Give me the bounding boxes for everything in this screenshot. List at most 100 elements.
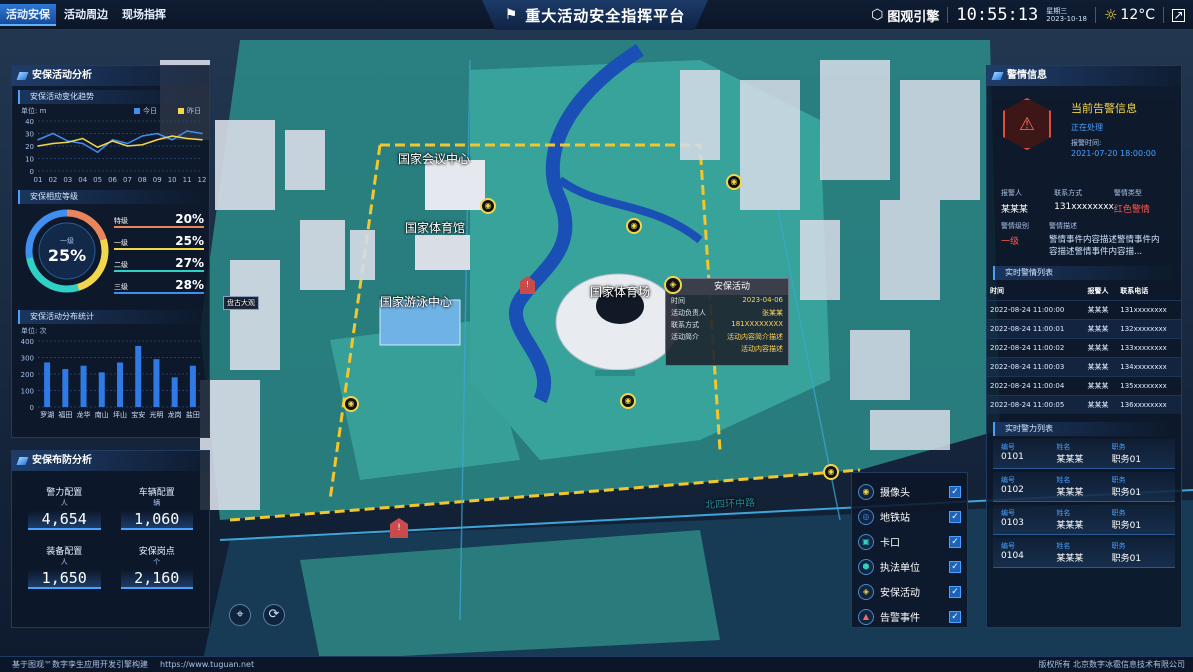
defense-stat-value: 2,160 [120, 569, 193, 589]
table-row[interactable]: 2022-08-24 11:00:01 某某某 132xxxxxxxx [987, 319, 1181, 339]
police-card[interactable]: 编号 姓名 职务 0103 某某某 职务01 [993, 505, 1175, 535]
camera-marker[interactable]: ◉ [343, 396, 359, 412]
police-card[interactable]: 编号 姓名 职务 0104 某某某 职务01 [993, 538, 1175, 568]
police-card[interactable]: 编号 姓名 职务 0102 某某某 职务01 [993, 472, 1175, 502]
camera-marker[interactable]: ◉ [480, 198, 496, 214]
level-value: 20% [175, 212, 204, 226]
series-point [111, 140, 114, 142]
footer-url[interactable]: https://www.tuguan.net [160, 657, 254, 672]
level-label: 一级 [114, 239, 128, 247]
police-job-label: 职务 [1111, 476, 1126, 484]
table-row[interactable]: 2022-08-24 11:00:04 某某某 135xxxxxxxx [987, 376, 1181, 396]
popup-title: 安保活动 [666, 279, 788, 295]
legend-checkbox[interactable]: ✓ [949, 485, 961, 498]
table-row[interactable]: 2022-08-24 11:00:05 某某某 136xxxxxxxx [987, 395, 1181, 414]
y-tick-label: 100 [21, 388, 34, 396]
legend-row-police-unit[interactable]: ⬢ 执法单位 ✓ [858, 554, 961, 579]
defense-stat-unit: 辆 [153, 499, 161, 507]
table-row[interactable]: 2022-08-24 11:00:02 某某某 133xxxxxxxx [987, 338, 1181, 358]
police-job-label: 职务 [1111, 542, 1126, 550]
bar [153, 359, 160, 407]
level-value: 27% [175, 256, 204, 270]
camera-marker[interactable]: ◉ [726, 174, 742, 190]
x-tick-label: 12 [198, 176, 206, 184]
level-value: 一级 [1001, 237, 1020, 247]
police-no-label: 编号 [1001, 509, 1015, 517]
legend-row-security-activity[interactable]: ◈ 安保活动 ✓ [858, 579, 961, 604]
police-name-label: 姓名 [1056, 509, 1071, 517]
camera-marker[interactable]: ◉ [620, 393, 636, 409]
map-label-road: 北四环中路 [704, 497, 756, 512]
y-tick-label: 0 [30, 168, 34, 176]
x-tick-label: 南山 [95, 410, 109, 419]
defense-stat: 装备配置人 1,650 [18, 544, 111, 589]
popup-row: 活动内容描述 [666, 343, 788, 355]
donut-center-label: 一级 [60, 237, 74, 245]
alarm-detail-grid-2: 警情级别 警情描述 一级 警情事件内容描述警情事件内容描述警情事件内容描... [987, 215, 1181, 258]
desc-label: 警情描述 [1049, 222, 1077, 230]
table-row[interactable]: 2022-08-24 11:00:00 某某某 131xxxxxxxx [987, 300, 1181, 320]
level-label: 特级 [114, 217, 128, 225]
series-point [52, 142, 54, 145]
police-card[interactable]: 编号 姓名 职务 0101 某某某 职务01 [993, 439, 1175, 469]
legend-row-camera[interactable]: ◉ 摄像头 ✓ [858, 479, 961, 504]
defense-stat-label: 装备配置 [46, 547, 83, 557]
tab-activity-surroundings[interactable]: 活动周边 [58, 4, 114, 26]
layer-legend-panel: ◉ 摄像头 ✓ ◎ 地铁站 ✓ ▣ 卡口 ✓ ⬢ 执法单位 ✓ ◈ 安保活动 ✓ ▲ 告警事件 ✓ [851, 472, 968, 628]
x-tick-label: 光明 [149, 410, 163, 419]
level-row: 三级 28% [114, 272, 204, 294]
police-job: 职务01 [1111, 521, 1142, 531]
camera-marker[interactable]: ◉ [823, 464, 839, 480]
police-name: 某某某 [1056, 488, 1084, 498]
legend-row-alarm-event[interactable]: ▲ 告警事件 ✓ [858, 604, 961, 629]
legend-checkbox[interactable]: ✓ [949, 510, 961, 523]
popup-row: 活动负责人 张某某 [666, 307, 788, 319]
bar [171, 377, 178, 407]
police-no: 0104 [1001, 551, 1024, 561]
popup-row-value: 活动内容描述 [741, 345, 783, 353]
series-point [141, 135, 144, 137]
police-name: 某某某 [1056, 521, 1084, 531]
footer: 基于图观™数字孪生应用开发引擎构建 https://www.tuguan.net… [0, 656, 1193, 672]
table-cell: 131xxxxxxxx [1117, 300, 1181, 320]
locate-icon[interactable]: ⌖ [229, 604, 251, 626]
defense-stat: 警力配置人 4,654 [18, 485, 111, 530]
tab-onsite-command[interactable]: 现场指挥 [116, 4, 172, 26]
brand-logo-icon: ⬡ [871, 7, 884, 23]
rotate-icon[interactable]: ⟳ [263, 604, 285, 626]
legend-checkbox[interactable]: ✓ [949, 535, 961, 548]
camera-marker[interactable]: ◉ [626, 218, 642, 234]
popup-row-key: 联系方式 [671, 321, 699, 329]
legend-row-checkpoint[interactable]: ▣ 卡口 ✓ [858, 529, 961, 554]
reporter-value: 某某某 [1001, 205, 1029, 215]
security-activity-marker[interactable]: ◈ [664, 276, 682, 294]
table-row[interactable]: 2022-08-24 11:00:03 某某某 134xxxxxxxx [987, 357, 1181, 377]
alarm-event-icon: ▲ [858, 608, 874, 625]
legend-checkbox[interactable]: ✓ [949, 560, 961, 573]
police-no: 0101 [1001, 452, 1024, 462]
exit-fullscreen-icon[interactable]: ↗ [1172, 8, 1185, 22]
x-tick-label: 龙岗 [168, 410, 182, 419]
police-no: 0103 [1001, 518, 1024, 528]
donut-center-value: 25% [47, 246, 87, 265]
police-job: 职务01 [1111, 455, 1142, 465]
type-value: 红色警情 [1113, 205, 1150, 215]
alarm-list-table: 时间 报警人 联系电话 2022-08-24 11:00:00 某某某 131xxxxx… [987, 282, 1181, 414]
bar [117, 362, 123, 407]
x-tick-label: 11 [183, 176, 192, 184]
legend-row-subway[interactable]: ◎ 地铁站 ✓ [858, 504, 961, 529]
tab-activity-security[interactable]: 活动安保 [0, 4, 56, 26]
legend-checkbox[interactable]: ✓ [949, 610, 961, 623]
police-name-label: 姓名 [1056, 476, 1071, 484]
police-no-label: 编号 [1001, 476, 1015, 484]
weather: ☼ 12°C [1104, 6, 1155, 24]
temperature: 12°C [1120, 7, 1155, 23]
bar [189, 365, 196, 407]
table-cell: 某某某 [1084, 338, 1118, 358]
table-cell: 2022-08-24 11:00:04 [987, 376, 1085, 396]
legend-checkbox[interactable]: ✓ [949, 585, 961, 598]
x-tick-label: 05 [93, 176, 102, 184]
table-cell: 某某某 [1084, 357, 1118, 377]
series-point [67, 141, 69, 144]
security-analysis-panel: 安保活动分析 安保活动变化趋势 单位: m 今日 昨日 0 10 20 30 40 01 0… [11, 65, 210, 438]
